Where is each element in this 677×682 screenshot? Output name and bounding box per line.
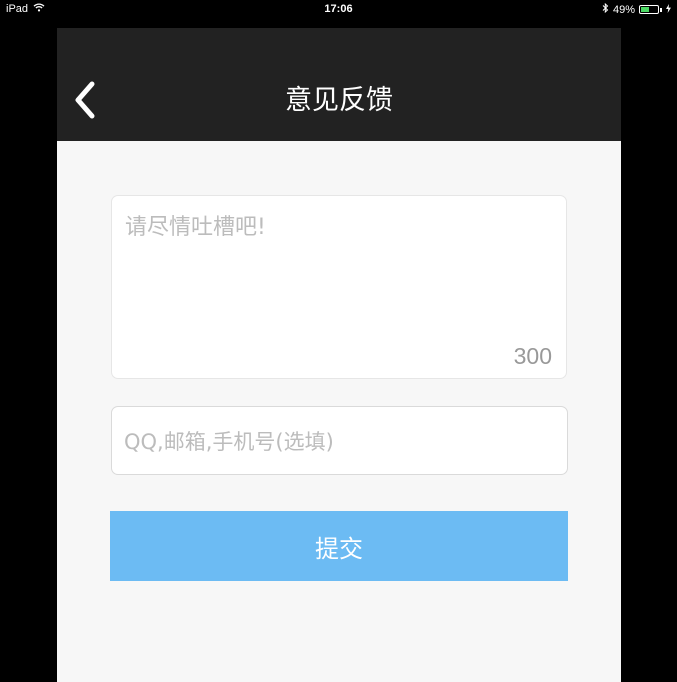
charging-icon [666,3,671,16]
battery-icon [639,5,659,14]
status-time: 17:06 [324,3,353,15]
char-counter: 300 [513,343,552,369]
battery-fill [641,7,649,12]
status-right: 49% [602,2,671,16]
contact-placeholder: QQ,邮箱,手机号(选填) [124,429,334,454]
contact-field[interactable]: QQ,邮箱,手机号(选填) [111,406,568,475]
app-screen: 意见反馈 请尽情吐槽吧! 300 QQ,邮箱,手机号(选填) 提交 [57,28,621,682]
page-title: 意见反馈 [285,85,393,116]
submit-button[interactable]: 提交 [110,511,568,581]
battery-percent: 49% [612,3,635,16]
battery-cap [660,7,662,12]
nav-bar: 意见反馈 [57,28,621,141]
bluetooth-icon [602,2,609,16]
feedback-placeholder: 请尽情吐槽吧! [125,215,266,240]
status-bar: iPad 17:06 49% [0,0,677,18]
feedback-textarea[interactable]: 请尽情吐槽吧! 300 [111,195,567,379]
